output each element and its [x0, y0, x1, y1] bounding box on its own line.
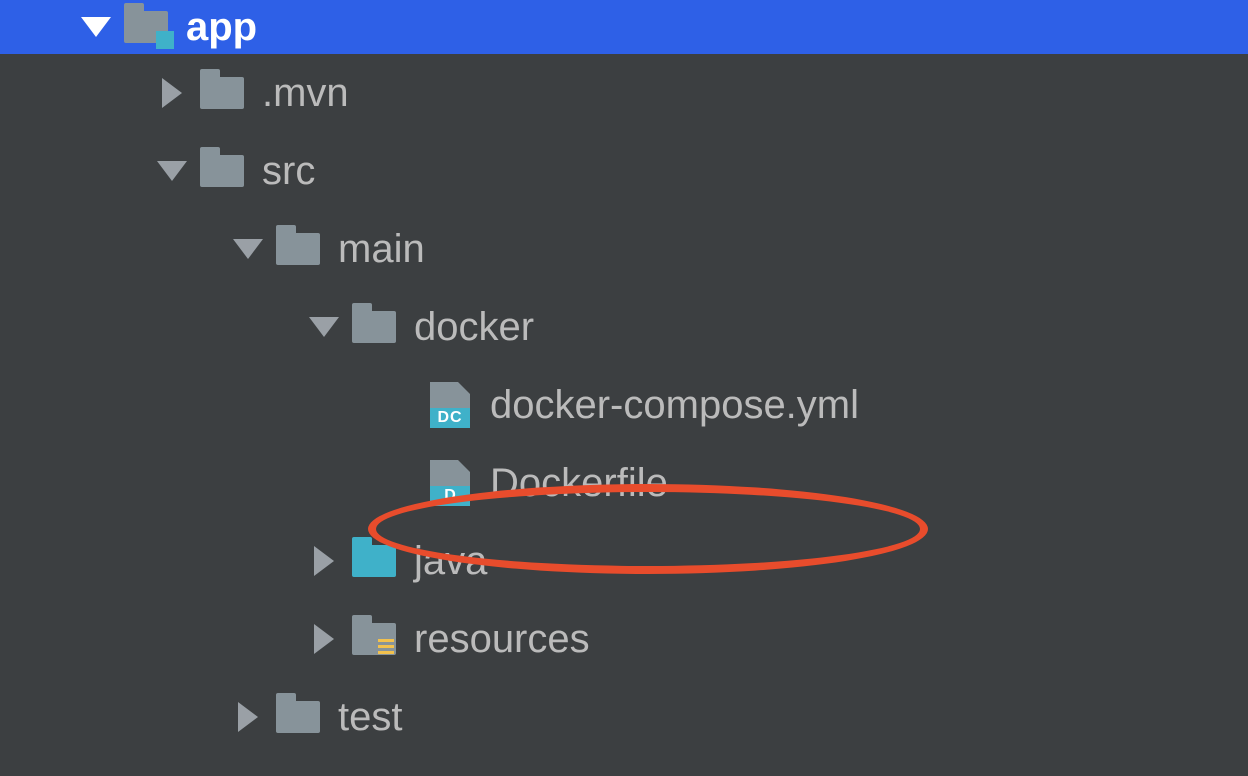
tree-item-label: main — [338, 227, 425, 272]
chevron-down-icon[interactable] — [76, 7, 116, 47]
tree-item-app[interactable]: app — [0, 0, 1248, 54]
chevron-down-icon[interactable] — [304, 307, 344, 347]
tree-item-src[interactable]: src — [0, 132, 1248, 210]
docker-compose-file-icon — [426, 381, 474, 429]
tree-item-main[interactable]: main — [0, 210, 1248, 288]
tree-item-dockerfile[interactable]: Dockerfile — [0, 444, 1248, 522]
chevron-right-icon[interactable] — [228, 697, 268, 737]
folder-icon — [198, 147, 246, 195]
tree-item-label: java — [414, 539, 487, 584]
dockerfile-icon — [426, 459, 474, 507]
folder-icon — [350, 303, 398, 351]
module-folder-icon — [122, 3, 170, 51]
tree-item-label: .mvn — [262, 71, 349, 116]
tree-item-label: docker — [414, 305, 534, 350]
tree-item-docker[interactable]: docker — [0, 288, 1248, 366]
tree-item-test[interactable]: test — [0, 678, 1248, 756]
tree-item-mvn[interactable]: .mvn — [0, 54, 1248, 132]
chevron-right-icon[interactable] — [304, 541, 344, 581]
tree-item-label: docker-compose.yml — [490, 383, 859, 428]
project-tree: app .mvn src main docker docker-compose.… — [0, 0, 1248, 776]
tree-item-label: app — [186, 5, 257, 50]
tree-item-resources[interactable]: resources — [0, 600, 1248, 678]
chevron-right-icon[interactable] — [152, 73, 192, 113]
tree-item-java[interactable]: java — [0, 522, 1248, 600]
folder-icon — [198, 69, 246, 117]
resources-folder-icon — [350, 615, 398, 663]
tree-item-label: test — [338, 695, 402, 740]
folder-icon — [274, 693, 322, 741]
tree-item-docker-compose[interactable]: docker-compose.yml — [0, 366, 1248, 444]
source-folder-icon — [350, 537, 398, 585]
folder-icon — [274, 225, 322, 273]
chevron-right-icon[interactable] — [304, 619, 344, 659]
tree-item-label: Dockerfile — [490, 461, 668, 506]
chevron-down-icon[interactable] — [228, 229, 268, 269]
tree-item-label: src — [262, 149, 315, 194]
chevron-down-icon[interactable] — [152, 151, 192, 191]
tree-item-label: resources — [414, 617, 590, 662]
